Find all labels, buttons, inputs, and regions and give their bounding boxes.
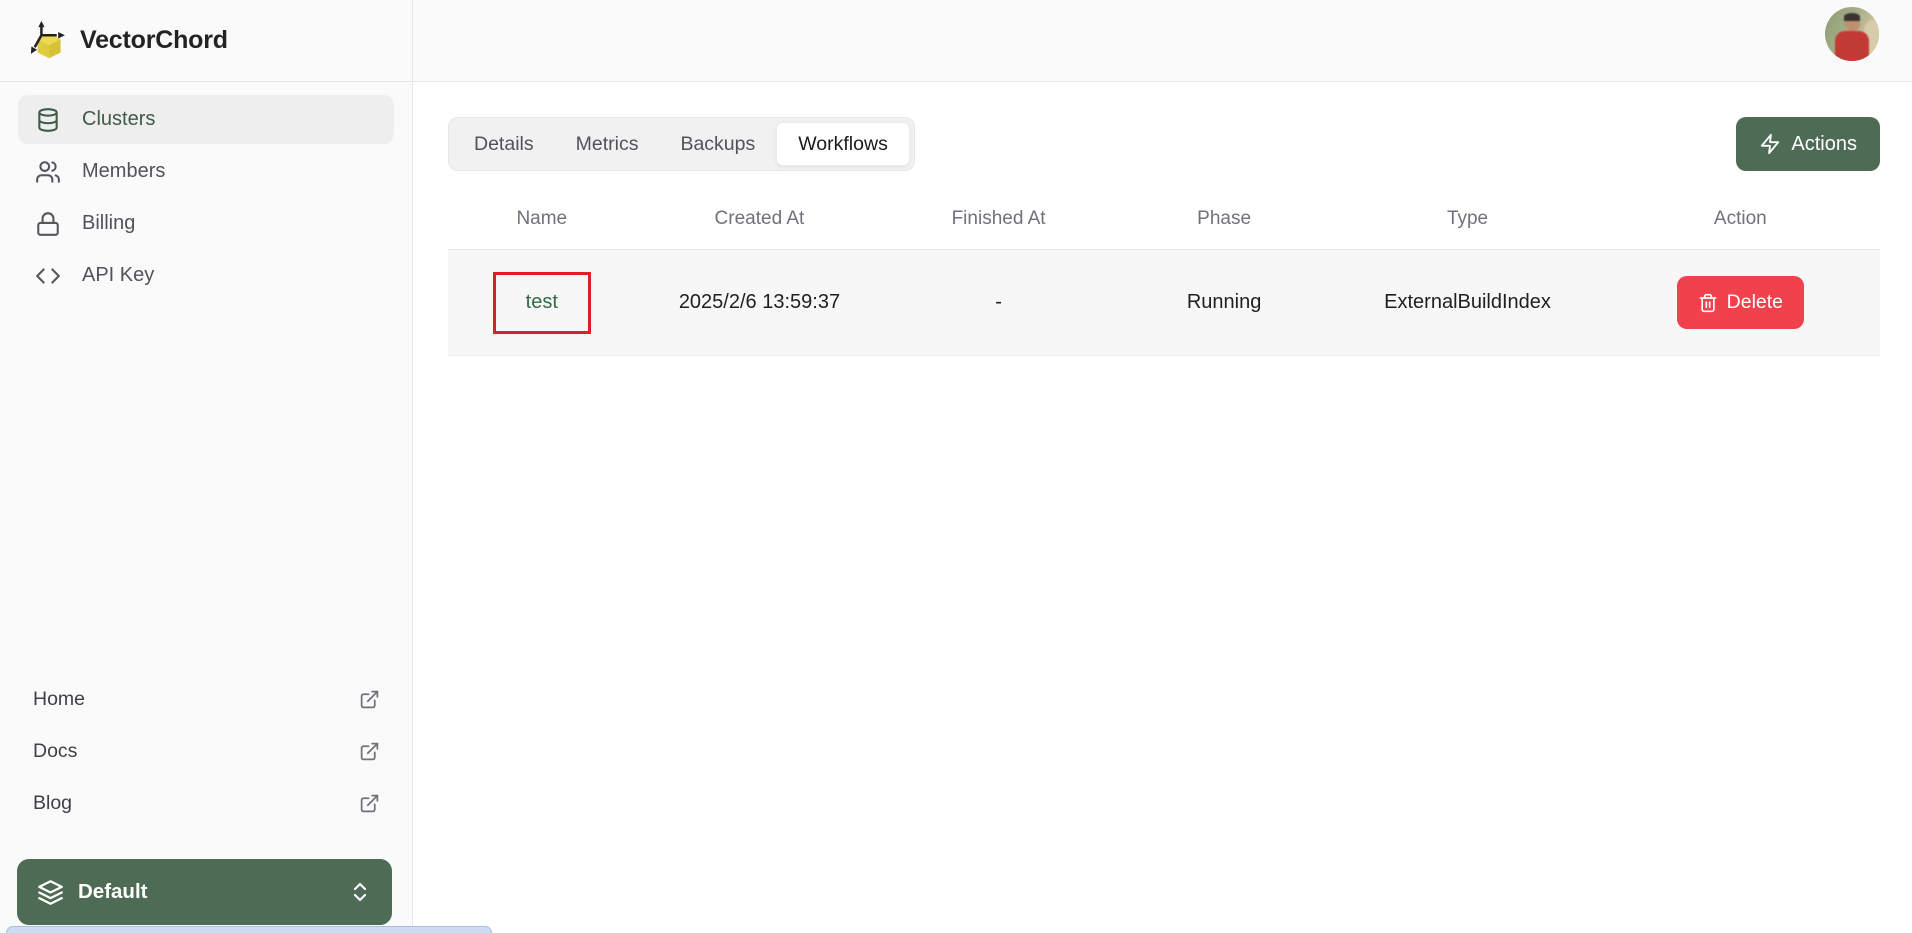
layers-icon bbox=[37, 879, 64, 906]
tab-metrics[interactable]: Metrics bbox=[555, 122, 660, 166]
external-link-icon bbox=[359, 689, 380, 710]
trash-icon bbox=[1698, 293, 1718, 313]
sidebar-item-members[interactable]: Members bbox=[18, 147, 394, 196]
lock-icon bbox=[35, 211, 61, 237]
sidebar-item-api-key[interactable]: API Key bbox=[18, 251, 394, 300]
footer-link-label: Docs bbox=[33, 740, 77, 763]
delete-button[interactable]: Delete bbox=[1677, 276, 1804, 329]
main-content: Details Metrics Backups Workflows Action… bbox=[413, 83, 1912, 933]
top-header bbox=[413, 0, 1912, 82]
tab-bar: Details Metrics Backups Workflows bbox=[448, 117, 915, 171]
code-icon bbox=[35, 263, 61, 289]
workflows-table: Name Created At Finished At Phase Type A… bbox=[448, 188, 1880, 356]
footer-link-label: Home bbox=[33, 688, 85, 711]
column-header-created-at: Created At bbox=[636, 208, 884, 230]
column-header-phase: Phase bbox=[1114, 208, 1335, 230]
column-header-type: Type bbox=[1334, 208, 1600, 230]
cell-phase: Running bbox=[1114, 291, 1335, 314]
tab-details[interactable]: Details bbox=[453, 122, 555, 166]
user-avatar[interactable] bbox=[1825, 7, 1879, 61]
avatar-photo bbox=[1825, 7, 1879, 61]
sidebar-item-label: Members bbox=[82, 160, 165, 183]
delete-button-label: Delete bbox=[1727, 291, 1783, 314]
footer-link-label: Blog bbox=[33, 792, 72, 815]
table-header-row: Name Created At Finished At Phase Type A… bbox=[448, 188, 1880, 250]
column-header-finished-at: Finished At bbox=[883, 208, 1114, 230]
sidebar-item-label: Clusters bbox=[82, 108, 155, 131]
sidebar-nav: Clusters Members Billing bbox=[0, 82, 412, 300]
cell-action: Delete bbox=[1601, 276, 1880, 329]
database-icon bbox=[35, 107, 61, 133]
tab-backups[interactable]: Backups bbox=[659, 122, 776, 166]
sidebar-item-clusters[interactable]: Clusters bbox=[18, 95, 394, 144]
cell-name: test bbox=[448, 291, 636, 314]
sidebar-item-label: Billing bbox=[82, 212, 135, 235]
external-link-icon bbox=[359, 741, 380, 762]
chevrons-up-down-icon bbox=[348, 880, 372, 904]
workspace-switcher[interactable]: Default bbox=[17, 859, 392, 925]
toolbar: Details Metrics Backups Workflows Action… bbox=[448, 117, 1880, 171]
actions-button[interactable]: Actions bbox=[1736, 117, 1880, 171]
sidebar-item-billing[interactable]: Billing bbox=[18, 199, 394, 248]
table-row: test 2025/2/6 13:59:37 - Running Externa… bbox=[448, 250, 1880, 356]
actions-button-label: Actions bbox=[1791, 133, 1857, 156]
lightning-icon bbox=[1759, 133, 1781, 155]
sidebar-link-docs[interactable]: Docs bbox=[18, 725, 394, 777]
sidebar-footer: Home Docs Blog bbox=[18, 673, 394, 829]
users-icon bbox=[35, 159, 61, 185]
column-header-action: Action bbox=[1601, 208, 1880, 230]
workflow-name-link[interactable]: test bbox=[526, 291, 558, 314]
vectorchord-logo-icon bbox=[28, 18, 74, 64]
external-link-icon bbox=[359, 793, 380, 814]
bottom-toast-edge bbox=[6, 926, 492, 933]
workspace-name: Default bbox=[78, 880, 147, 904]
column-header-name: Name bbox=[448, 208, 636, 230]
logo[interactable]: VectorChord bbox=[0, 0, 412, 82]
sidebar: VectorChord Clusters Memb bbox=[0, 0, 413, 933]
cell-finished-at: - bbox=[883, 291, 1114, 314]
cell-created-at: 2025/2/6 13:59:37 bbox=[636, 291, 884, 314]
tab-workflows[interactable]: Workflows bbox=[776, 122, 910, 166]
sidebar-item-label: API Key bbox=[82, 264, 154, 287]
app-title: VectorChord bbox=[80, 26, 228, 55]
cell-type: ExternalBuildIndex bbox=[1334, 291, 1600, 314]
sidebar-link-blog[interactable]: Blog bbox=[18, 777, 394, 829]
sidebar-link-home[interactable]: Home bbox=[18, 673, 394, 725]
